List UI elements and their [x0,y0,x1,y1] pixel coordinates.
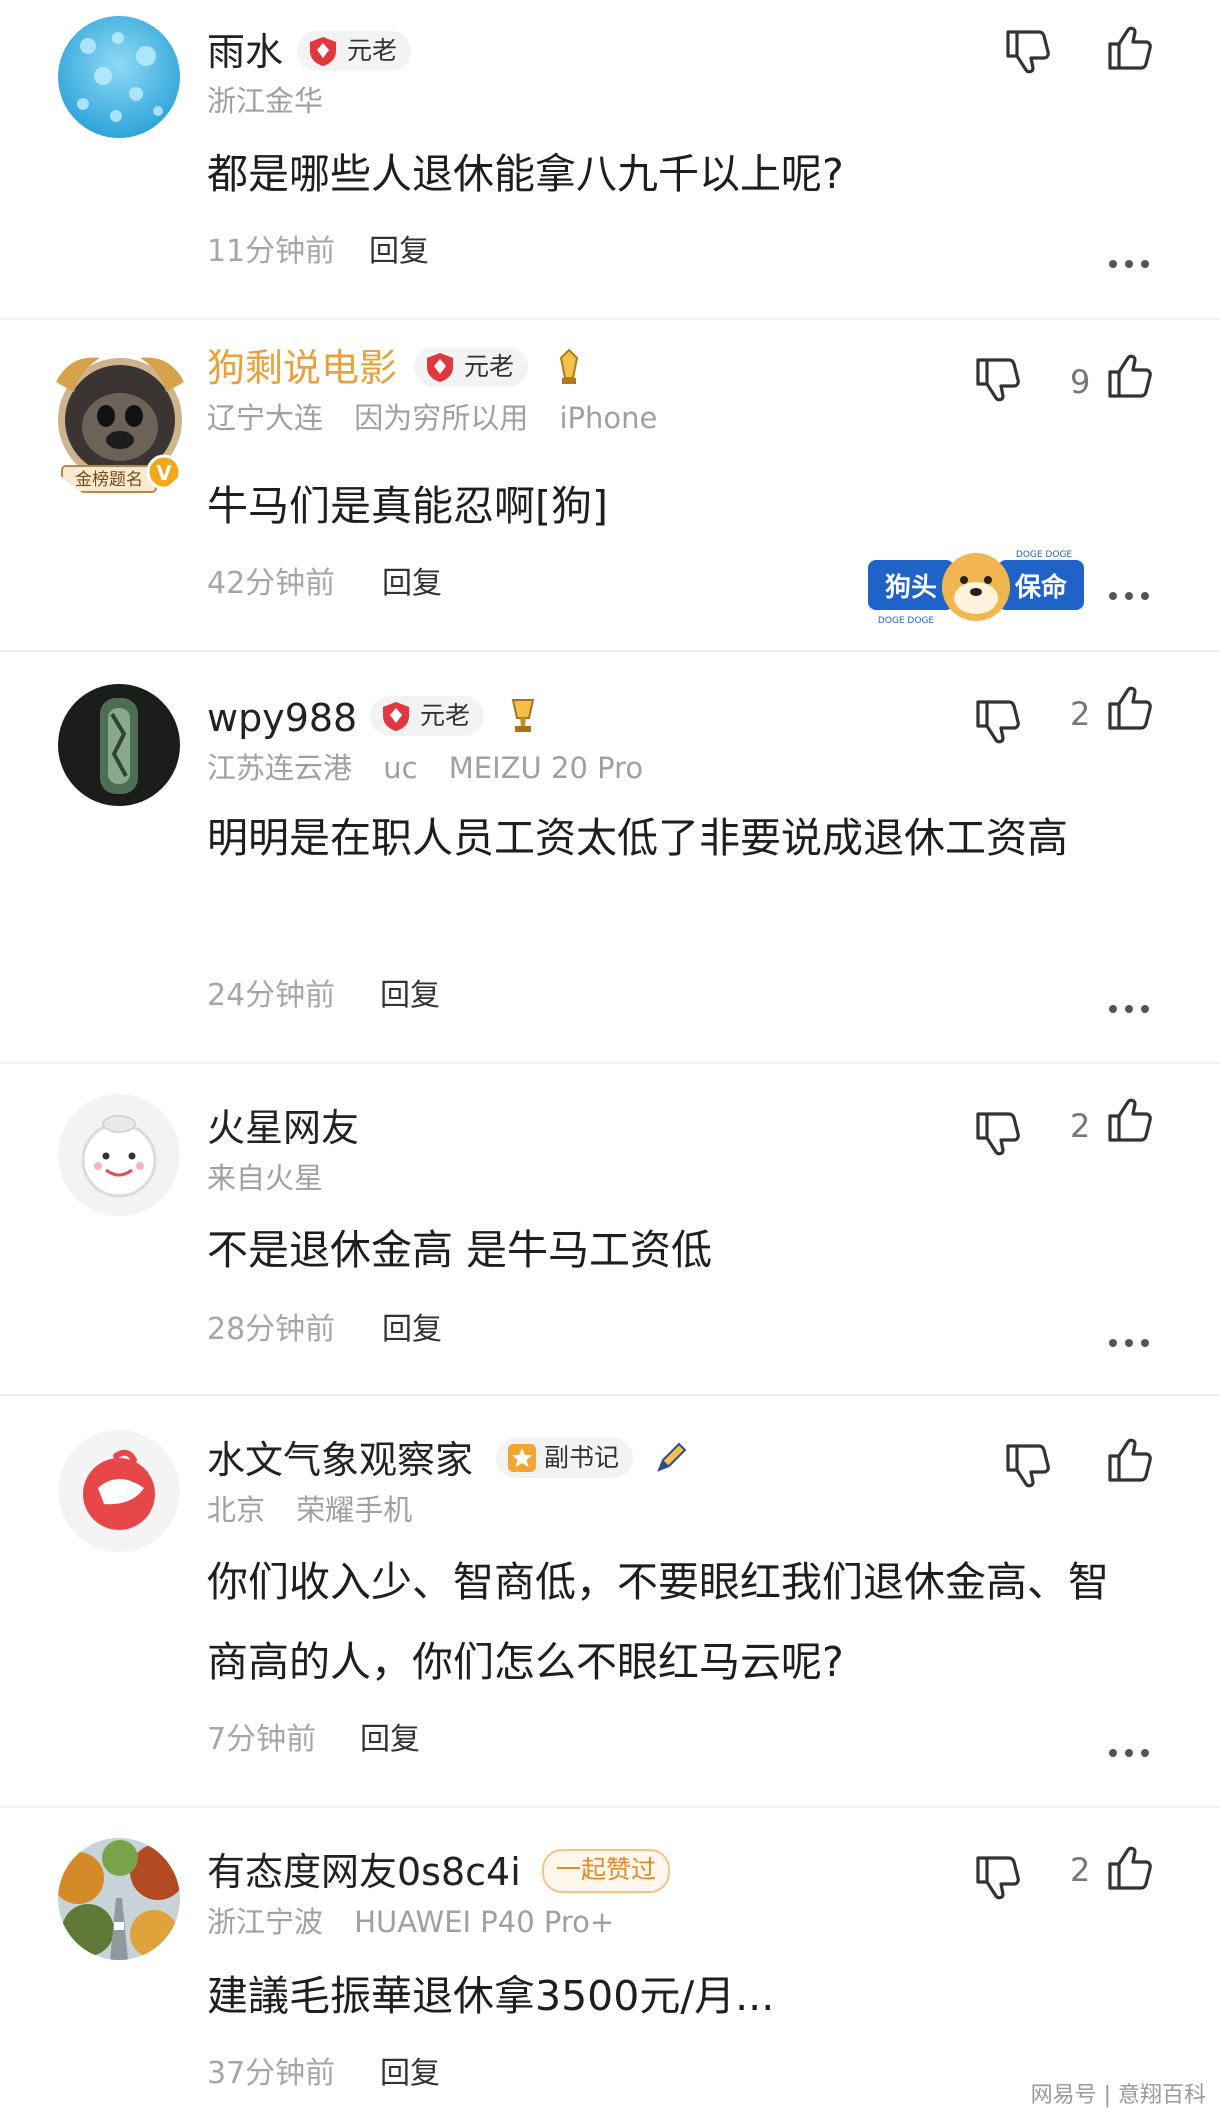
rank-badge: 元老 [370,696,485,736]
dislike-icon[interactable] [972,1108,1024,1160]
user-location: 来自火星 [207,1161,324,1195]
comment-text: 建議毛振華退休拿3500元/月... [207,1972,775,2020]
username[interactable]: 狗剩说电影 [207,344,397,392]
like-icon[interactable] [1104,22,1156,74]
user-meta: 辽宁大连 因为穷所以用 iPhone [207,400,679,436]
user-device: iPhone [559,401,658,435]
user-location: 辽宁大连 [207,401,324,435]
like-count: 2 [1070,1107,1091,1145]
more-options-icon[interactable] [1107,1746,1151,1760]
reply-button[interactable]: 回复 [360,1722,420,1758]
comment-item: 有态度网友0s8c4i 一起赞过 浙江宁波 HUAWEI P40 Pro+ 建議… [0,1808,1220,2117]
user-location: 浙江宁波 [207,1905,324,1939]
avatar[interactable] [58,684,180,806]
avatar[interactable]: 金榜题名 V [40,342,200,502]
avatar[interactable] [58,1430,180,1552]
avatar[interactable] [58,1094,180,1216]
like-icon[interactable] [1104,1842,1156,1894]
more-options-icon[interactable] [1107,589,1151,603]
comment-time: 28分钟前 [207,1312,336,1347]
svg-text:DOGE DOGE: DOGE DOGE [878,616,935,626]
reply-button[interactable]: 回复 [382,566,442,602]
dislike-icon[interactable] [1002,26,1054,78]
watermark: 网易号 | 意翔百科 [1030,2083,1206,2108]
medal-icon [559,348,579,384]
more-options-icon[interactable] [1107,1002,1151,1016]
comment-time: 11分钟前 [207,234,336,269]
username[interactable]: 雨水 [207,28,283,76]
rank-badge: 元老 [297,31,412,71]
comment-item: 水文气象观察家 副书记 北京 荣耀手机 你们收入少、智商低，不要眼红我们退休金高… [0,1396,1220,1806]
more-options-icon[interactable] [1107,1336,1151,1350]
comment-text: 明明是在职人员工资太低了非要说成退休工资高 [207,814,1068,862]
user-location: 浙江金华 [207,84,324,118]
avatar[interactable] [58,1838,180,1960]
username[interactable]: wpy988 [207,694,357,742]
avatar-frame-text: 金榜题名 [75,470,143,490]
comment-item: wpy988 元老 江苏连云港 uc MEIZU 20 Pro 明明是在职人员工… [0,652,1220,1062]
like-icon[interactable] [1104,682,1156,734]
comment-item: 火星网友 来自火星 不是退休金高 是牛马工资低 28分钟前 回复 2 [0,1064,1220,1394]
comment-item: 雨水 元老 浙江金华 都是哪些人退休能拿八九千以上呢? 11分钟前 回复 [0,0,1220,318]
user-browser: uc [383,751,418,785]
comment-text: 你们收入少、智商低，不要眼红我们退休金高、智商高的人，你们怎么不眼红马云呢? [207,1558,1109,1686]
user-meta: 江苏连云港 uc MEIZU 20 Pro [207,750,665,786]
dislike-icon[interactable] [972,354,1024,406]
reply-button[interactable]: 回复 [380,978,440,1014]
user-meta: 浙江金华 [207,83,345,119]
comment-text: 牛马们是真能忍啊[狗] [207,482,608,530]
rank-badge: 副书记 [496,1438,634,1478]
more-options-icon[interactable] [1107,257,1151,271]
comment-text: 都是哪些人退休能拿八九千以上呢? [207,150,844,198]
dislike-icon[interactable] [972,1852,1024,1904]
reply-button[interactable]: 回复 [382,1312,442,1348]
user-meta: 来自火星 [207,1160,345,1196]
comment-time: 7分钟前 [207,1722,317,1757]
like-count: 9 [1070,363,1091,401]
username[interactable]: 有态度网友0s8c4i [207,1848,521,1896]
comment-text: 不是退休金高 是牛马工资低 [207,1226,713,1274]
user-signature: 因为穷所以用 [354,401,529,435]
user-device: 荣耀手机 [296,1493,413,1527]
like-count: 2 [1070,695,1091,733]
shield-badge-icon [424,351,456,383]
dislike-icon[interactable] [1002,1440,1054,1492]
user-location: 北京 [207,1493,266,1527]
reply-button[interactable]: 回复 [369,234,429,270]
user-device: MEIZU 20 Pro [448,751,644,785]
shield-badge-icon [380,700,412,732]
username[interactable]: 水文气象观察家 [207,1436,473,1484]
user-meta: 浙江宁波 HUAWEI P40 Pro+ [207,1904,636,1940]
svg-text:狗头: 狗头 [885,573,937,603]
svg-text:DOGE DOGE: DOGE DOGE [1016,550,1073,560]
user-meta: 北京 荣耀手机 [207,1492,434,1528]
dislike-icon[interactable] [972,696,1024,748]
shield-badge-icon [307,35,339,67]
pen-icon [657,1442,687,1472]
comment-time: 37分钟前 [207,2056,336,2091]
trophy-icon [511,699,535,732]
comment-time: 24分钟前 [207,978,336,1013]
svg-text:V: V [156,461,172,485]
like-icon[interactable] [1104,350,1156,402]
like-icon[interactable] [1104,1434,1156,1486]
like-icon[interactable] [1104,1094,1156,1146]
liked-together-badge: 一起赞过 [542,1849,671,1893]
svg-text:保命: 保命 [1014,572,1068,603]
like-count: 2 [1070,1851,1091,1889]
rank-badge: 元老 [414,347,529,387]
user-device: HUAWEI P40 Pro+ [354,1905,615,1939]
username[interactable]: 火星网友 [207,1104,359,1152]
star-badge-icon [508,1444,536,1472]
comment-time: 42分钟前 [207,566,336,601]
avatar[interactable] [58,16,180,138]
user-location: 江苏连云港 [207,751,353,785]
doge-sticker: 狗头 保命 DOGE DOGE DOGE DOGE [868,550,1084,626]
reply-button[interactable]: 回复 [380,2056,440,2092]
